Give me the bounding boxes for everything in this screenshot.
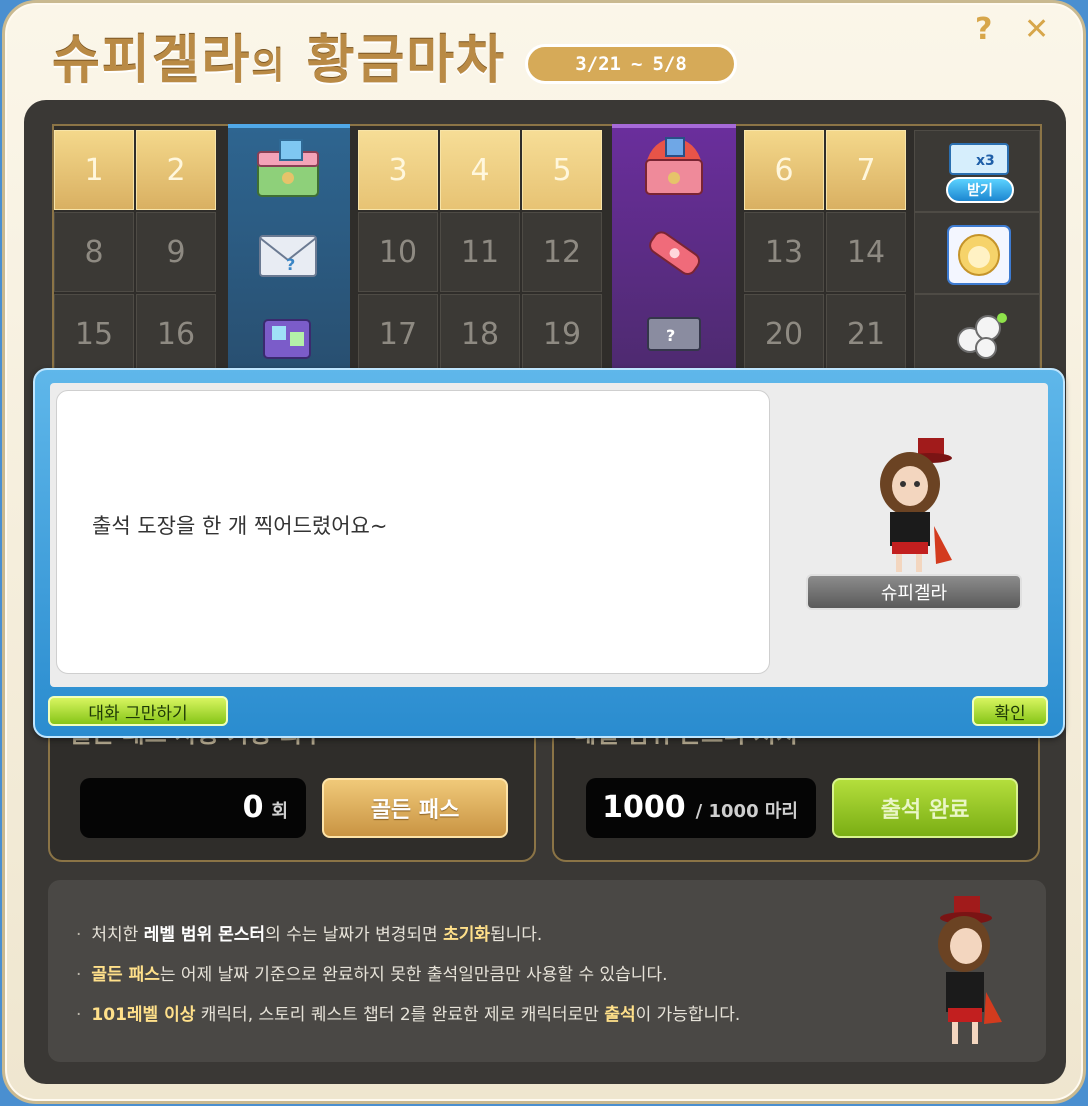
day-cell: 3 <box>358 130 438 210</box>
golden-pass-button[interactable]: 골든 패스 <box>322 778 508 838</box>
npc-name-plate: 슈피겔라 <box>806 574 1022 610</box>
gift-box-icon[interactable] <box>252 138 324 202</box>
bullet: · <box>76 925 82 945</box>
svg-text:?: ? <box>666 326 675 345</box>
day-cell: 20 <box>744 294 824 374</box>
close-button[interactable]: ✕ <box>1024 12 1049 47</box>
note-highlight: 출석 <box>604 1005 636 1025</box>
note-text: 캐릭터, 스토리 퀘스트 챕터 2를 완료한 제로 캐릭터로만 <box>195 1005 605 1025</box>
day-cell: 19 <box>522 294 602 374</box>
dialog-message: 출석 도장을 한 개 찍어드렸어요~ <box>92 514 388 538</box>
lion-icon <box>947 225 1011 285</box>
day-cell: 13 <box>744 212 824 292</box>
notice-box: · 처치한 레벨 범위 몬스터의 수는 날짜가 변경되면 초기화됩니다. · 골든 … <box>48 880 1046 1062</box>
day-cell: 16 <box>136 294 216 374</box>
day-cell: 21 <box>826 294 906 374</box>
title-particle: 의 <box>251 46 287 87</box>
help-button[interactable]: ? <box>975 12 992 47</box>
note-text: 이 가능합니다. <box>635 1005 741 1025</box>
day-cell: 2 <box>136 130 216 210</box>
svg-text:?: ? <box>286 255 295 274</box>
notice-line-1: · 처치한 레벨 범위 몬스터의 수는 날짜가 변경되면 초기화됩니다. <box>76 920 542 945</box>
event-date-range: 3/21 ~ 5/8 <box>525 44 737 84</box>
date-end: 5/8 <box>652 53 687 75</box>
day-cell: 7 <box>826 130 906 210</box>
day-cell: 18 <box>440 294 520 374</box>
npc-portrait <box>880 438 952 572</box>
confirm-button[interactable]: 확인 <box>972 696 1048 726</box>
svg-text:x3: x3 <box>976 153 995 169</box>
end-conversation-button[interactable]: 대화 그만하기 <box>48 696 228 726</box>
title-main: 슈피겔라 <box>52 31 252 91</box>
white-orb-icon <box>957 313 1007 359</box>
day-cell: 11 <box>440 212 520 292</box>
notice-line-3: · 101레벨 이상 캐릭터, 스토리 퀘스트 챕터 2를 완료한 제로 캐릭터로… <box>76 1000 740 1025</box>
day-cell: 14 <box>826 212 906 292</box>
coupon-icon[interactable] <box>638 222 710 286</box>
cube-bundle-icon[interactable] <box>254 306 320 364</box>
day-cell: 17 <box>358 294 438 374</box>
note-highlight: 레벨 범위 몬스터 <box>143 925 266 945</box>
receive-reward-button[interactable]: 받기 <box>946 177 1014 203</box>
note-highlight: 초기화 <box>443 925 490 945</box>
note-text: 처치한 <box>91 925 144 945</box>
bullet: · <box>76 1005 82 1025</box>
monster-kill-total: / 1000 마리 <box>695 801 798 822</box>
day-cell: 15 <box>54 294 134 374</box>
day-cell: 4 <box>440 130 520 210</box>
notice-line-2: · 골든 패스는 어제 날짜 기준으로 완료하지 못한 출석일만큼만 사용할 수 … <box>76 960 668 985</box>
note-text: 는 어제 날짜 기준으로 완료하지 못한 출석일만큼만 사용할 수 있습니다. <box>159 965 668 985</box>
day-cell: 10 <box>358 212 438 292</box>
day-cell: 8 <box>54 212 134 292</box>
npc-portrait-small <box>938 896 1002 1044</box>
ticket-icon[interactable]: ? <box>642 310 706 362</box>
golden-pass-count-unit: 회 <box>271 801 288 822</box>
day-cell: 5 <box>522 130 602 210</box>
title-rest: 황금마차 <box>306 31 506 91</box>
date-start: 3/21 <box>575 53 621 75</box>
attendance-complete-button[interactable]: 출석 완료 <box>832 778 1018 838</box>
fire-box-icon[interactable] <box>638 134 710 200</box>
lot-envelope-icon[interactable]: ? <box>256 226 320 280</box>
golden-pass-count: 0 회 <box>80 778 306 838</box>
monster-kill-value: 1000 <box>602 790 686 825</box>
note-highlight: 101레벨 이상 <box>91 1005 196 1025</box>
day-cell: 1 <box>54 130 134 210</box>
date-separator: ~ <box>630 53 643 75</box>
note-highlight: 골든 패스 <box>91 965 160 985</box>
golden-pass-count-value: 0 <box>242 790 264 825</box>
day-cell: 6 <box>744 130 824 210</box>
exp-ticket-icon: x3 <box>949 143 1009 175</box>
monster-kill-count: 1000 / 1000 마리 <box>586 778 816 838</box>
window-title: 슈피겔라의 황금마차 <box>52 18 506 93</box>
day-cell: 12 <box>522 212 602 292</box>
note-text: 의 수는 날짜가 변경되면 <box>265 925 444 945</box>
day-cell: 9 <box>136 212 216 292</box>
bullet: · <box>76 965 82 985</box>
note-text: 됩니다. <box>490 925 543 945</box>
